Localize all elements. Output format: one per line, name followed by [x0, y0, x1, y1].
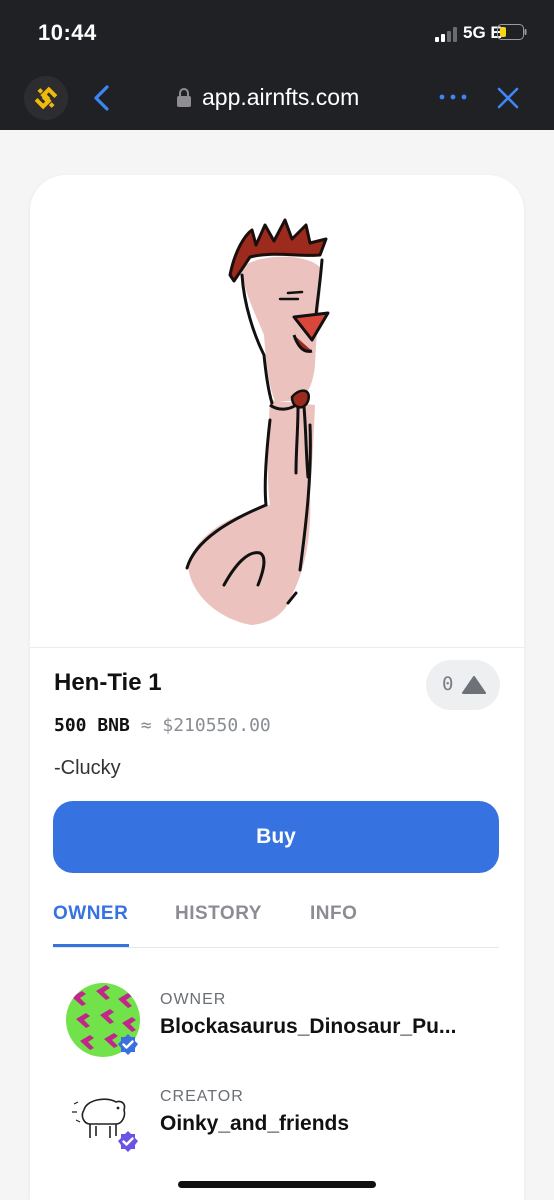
verified-badge-icon: [118, 1131, 138, 1152]
price-bnb: 500 BNB: [54, 715, 130, 736]
verified-badge-icon: [118, 1034, 138, 1055]
nft-description: -Clucky: [54, 757, 121, 779]
creator-role-label: CREATOR: [160, 1088, 244, 1105]
status-time: 10:44: [38, 20, 97, 45]
battery-icon: [497, 24, 527, 40]
owner-avatar[interactable]: [66, 983, 140, 1057]
tab-owner[interactable]: OWNER: [53, 903, 128, 925]
signal-icon: [435, 27, 457, 42]
close-icon[interactable]: [496, 86, 520, 110]
creator-row[interactable]: CREATOR Oinky_and_friends: [66, 1080, 486, 1160]
price-usd: ≈ $210550.00: [140, 715, 271, 736]
back-chevron-icon[interactable]: [90, 84, 114, 112]
network-type: 5G E: [463, 23, 502, 42]
owner-row[interactable]: OWNER Blockasaurus_Dinosaur_Pu...: [66, 983, 486, 1063]
creator-name[interactable]: Oinky_and_friends: [160, 1112, 349, 1136]
owner-name[interactable]: Blockasaurus_Dinosaur_Pu...: [160, 1015, 456, 1039]
tab-history[interactable]: HISTORY: [175, 903, 262, 925]
active-tab-indicator: [53, 944, 129, 947]
tab-info[interactable]: INFO: [310, 903, 357, 925]
buy-button[interactable]: Buy: [53, 801, 499, 873]
creator-avatar[interactable]: [66, 1080, 140, 1154]
binance-logo-icon[interactable]: [24, 76, 68, 120]
home-indicator: [178, 1181, 376, 1188]
upvote-triangle-icon: [462, 676, 486, 694]
like-count: 0: [442, 673, 454, 695]
detail-tabs: OWNER HISTORY INFO: [53, 897, 499, 948]
nft-title: Hen-Tie 1: [54, 669, 162, 696]
more-options-icon[interactable]: [436, 86, 470, 108]
nft-card: Hen-Tie 1 0 500 BNB ≈ $210550.00 -Clucky…: [30, 175, 524, 1200]
nft-artwork[interactable]: [30, 175, 524, 648]
owner-role-label: OWNER: [160, 991, 227, 1008]
like-button[interactable]: 0: [426, 660, 500, 710]
address-bar-url[interactable]: app.airnfts.com: [202, 84, 359, 111]
lock-icon: [177, 88, 191, 107]
price: 500 BNB ≈ $210550.00: [54, 715, 271, 736]
top-bar: 10:44 5G E app.airnfts.com: [0, 0, 554, 130]
